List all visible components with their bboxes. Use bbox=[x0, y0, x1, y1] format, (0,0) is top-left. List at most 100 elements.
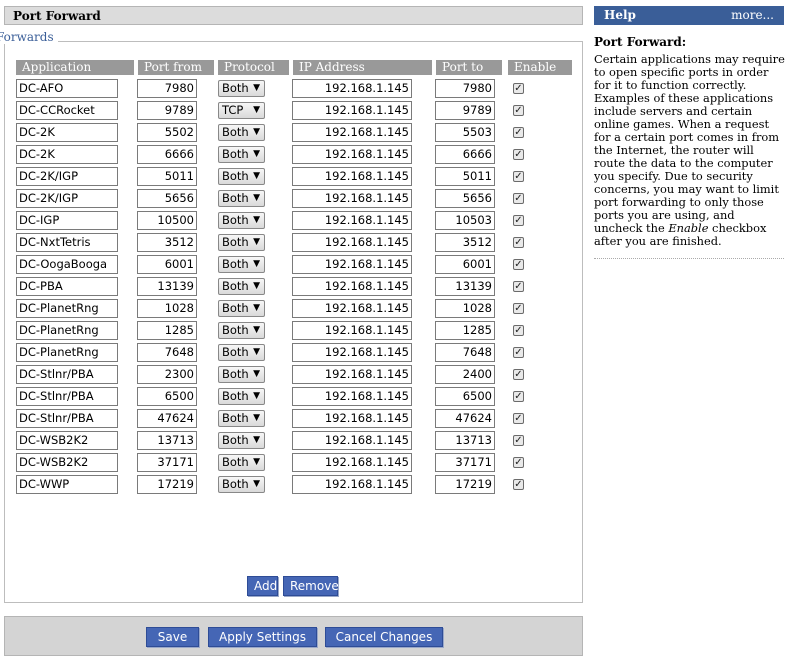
protocol-select[interactable]: Both ▼ bbox=[218, 168, 265, 185]
port-from-input[interactable]: 5502 bbox=[137, 123, 197, 142]
port-from-input[interactable]: 13139 bbox=[137, 277, 197, 296]
port-from-input[interactable]: 6500 bbox=[137, 387, 197, 406]
ip-address-input[interactable]: 192.168.1.145 bbox=[292, 387, 412, 406]
ip-address-input[interactable]: 192.168.1.145 bbox=[292, 431, 412, 450]
application-input[interactable]: DC-IGP bbox=[16, 211, 118, 230]
application-input[interactable]: DC-WSB2K2 bbox=[16, 431, 118, 450]
remove-button[interactable]: Remove bbox=[283, 576, 339, 596]
port-from-input[interactable]: 6001 bbox=[137, 255, 197, 274]
enable-checkbox[interactable]: ✓ bbox=[513, 83, 524, 94]
port-to-input[interactable]: 47624 bbox=[435, 409, 495, 428]
protocol-select[interactable]: Both ▼ bbox=[218, 234, 265, 251]
application-input[interactable]: DC-WWP bbox=[16, 475, 118, 494]
ip-address-input[interactable]: 192.168.1.145 bbox=[292, 365, 412, 384]
port-to-input[interactable]: 37171 bbox=[435, 453, 495, 472]
enable-checkbox[interactable]: ✓ bbox=[513, 259, 524, 270]
save-button[interactable]: Save bbox=[146, 627, 199, 647]
protocol-select[interactable]: Both ▼ bbox=[218, 476, 265, 493]
enable-checkbox[interactable]: ✓ bbox=[513, 457, 524, 468]
application-input[interactable]: DC-2K bbox=[16, 123, 118, 142]
port-from-input[interactable]: 17219 bbox=[137, 475, 197, 494]
ip-address-input[interactable]: 192.168.1.145 bbox=[292, 343, 412, 362]
protocol-select[interactable]: Both ▼ bbox=[218, 322, 265, 339]
port-from-input[interactable]: 5011 bbox=[137, 167, 197, 186]
protocol-select[interactable]: Both ▼ bbox=[218, 410, 265, 427]
application-input[interactable]: DC-PlanetRng bbox=[16, 343, 118, 362]
port-to-input[interactable]: 5656 bbox=[435, 189, 495, 208]
ip-address-input[interactable]: 192.168.1.145 bbox=[292, 145, 412, 164]
protocol-select[interactable]: Both ▼ bbox=[218, 256, 265, 273]
port-to-input[interactable]: 1285 bbox=[435, 321, 495, 340]
ip-address-input[interactable]: 192.168.1.145 bbox=[292, 453, 412, 472]
application-input[interactable]: DC-Stlnr/PBA bbox=[16, 365, 118, 384]
port-to-input[interactable]: 5503 bbox=[435, 123, 495, 142]
port-to-input[interactable]: 17219 bbox=[435, 475, 495, 494]
port-from-input[interactable]: 37171 bbox=[137, 453, 197, 472]
protocol-select[interactable]: Both ▼ bbox=[218, 344, 265, 361]
help-more-link[interactable]: more... bbox=[731, 6, 774, 25]
enable-checkbox[interactable]: ✓ bbox=[513, 193, 524, 204]
application-input[interactable]: DC-CCRocket bbox=[16, 101, 118, 120]
ip-address-input[interactable]: 192.168.1.145 bbox=[292, 321, 412, 340]
protocol-select[interactable]: Both ▼ bbox=[218, 388, 265, 405]
protocol-select[interactable]: Both ▼ bbox=[218, 366, 265, 383]
port-to-input[interactable]: 1028 bbox=[435, 299, 495, 318]
enable-checkbox[interactable]: ✓ bbox=[513, 435, 524, 446]
enable-checkbox[interactable]: ✓ bbox=[513, 325, 524, 336]
ip-address-input[interactable]: 192.168.1.145 bbox=[292, 409, 412, 428]
port-from-input[interactable]: 47624 bbox=[137, 409, 197, 428]
ip-address-input[interactable]: 192.168.1.145 bbox=[292, 123, 412, 142]
application-input[interactable]: DC-NxtTetris bbox=[16, 233, 118, 252]
ip-address-input[interactable]: 192.168.1.145 bbox=[292, 167, 412, 186]
application-input[interactable]: DC-PlanetRng bbox=[16, 299, 118, 318]
enable-checkbox[interactable]: ✓ bbox=[513, 171, 524, 182]
port-to-input[interactable]: 7648 bbox=[435, 343, 495, 362]
port-to-input[interactable]: 6001 bbox=[435, 255, 495, 274]
application-input[interactable]: DC-WSB2K2 bbox=[16, 453, 118, 472]
protocol-select[interactable]: Both ▼ bbox=[218, 212, 265, 229]
port-from-input[interactable]: 6666 bbox=[137, 145, 197, 164]
port-from-input[interactable]: 3512 bbox=[137, 233, 197, 252]
ip-address-input[interactable]: 192.168.1.145 bbox=[292, 255, 412, 274]
port-to-input[interactable]: 9789 bbox=[435, 101, 495, 120]
ip-address-input[interactable]: 192.168.1.145 bbox=[292, 189, 412, 208]
application-input[interactable]: DC-PlanetRng bbox=[16, 321, 118, 340]
protocol-select[interactable]: Both ▼ bbox=[218, 190, 265, 207]
protocol-select[interactable]: Both ▼ bbox=[218, 124, 265, 141]
enable-checkbox[interactable]: ✓ bbox=[513, 237, 524, 248]
enable-checkbox[interactable]: ✓ bbox=[513, 391, 524, 402]
application-input[interactable]: DC-AFO bbox=[16, 79, 118, 98]
application-input[interactable]: DC-Stlnr/PBA bbox=[16, 409, 118, 428]
port-from-input[interactable]: 9789 bbox=[137, 101, 197, 120]
port-from-input[interactable]: 7980 bbox=[137, 79, 197, 98]
enable-checkbox[interactable]: ✓ bbox=[513, 105, 524, 116]
port-to-input[interactable]: 10503 bbox=[435, 211, 495, 230]
enable-checkbox[interactable]: ✓ bbox=[513, 215, 524, 226]
port-to-input[interactable]: 3512 bbox=[435, 233, 495, 252]
port-to-input[interactable]: 5011 bbox=[435, 167, 495, 186]
port-to-input[interactable]: 7980 bbox=[435, 79, 495, 98]
application-input[interactable]: DC-2K/IGP bbox=[16, 189, 118, 208]
application-input[interactable]: DC-OogaBooga bbox=[16, 255, 118, 274]
ip-address-input[interactable]: 192.168.1.145 bbox=[292, 233, 412, 252]
enable-checkbox[interactable]: ✓ bbox=[513, 413, 524, 424]
port-to-input[interactable]: 13139 bbox=[435, 277, 495, 296]
enable-checkbox[interactable]: ✓ bbox=[513, 149, 524, 160]
ip-address-input[interactable]: 192.168.1.145 bbox=[292, 211, 412, 230]
ip-address-input[interactable]: 192.168.1.145 bbox=[292, 101, 412, 120]
protocol-select[interactable]: Both ▼ bbox=[218, 432, 265, 449]
enable-checkbox[interactable]: ✓ bbox=[513, 281, 524, 292]
port-to-input[interactable]: 13713 bbox=[435, 431, 495, 450]
port-from-input[interactable]: 13713 bbox=[137, 431, 197, 450]
ip-address-input[interactable]: 192.168.1.145 bbox=[292, 277, 412, 296]
enable-checkbox[interactable]: ✓ bbox=[513, 369, 524, 380]
port-from-input[interactable]: 1028 bbox=[137, 299, 197, 318]
protocol-select[interactable]: Both ▼ bbox=[218, 146, 265, 163]
port-from-input[interactable]: 2300 bbox=[137, 365, 197, 384]
port-to-input[interactable]: 2400 bbox=[435, 365, 495, 384]
protocol-select[interactable]: Both ▼ bbox=[218, 300, 265, 317]
ip-address-input[interactable]: 192.168.1.145 bbox=[292, 475, 412, 494]
port-from-input[interactable]: 5656 bbox=[137, 189, 197, 208]
application-input[interactable]: DC-PBA bbox=[16, 277, 118, 296]
protocol-select[interactable]: Both ▼ bbox=[218, 80, 265, 97]
